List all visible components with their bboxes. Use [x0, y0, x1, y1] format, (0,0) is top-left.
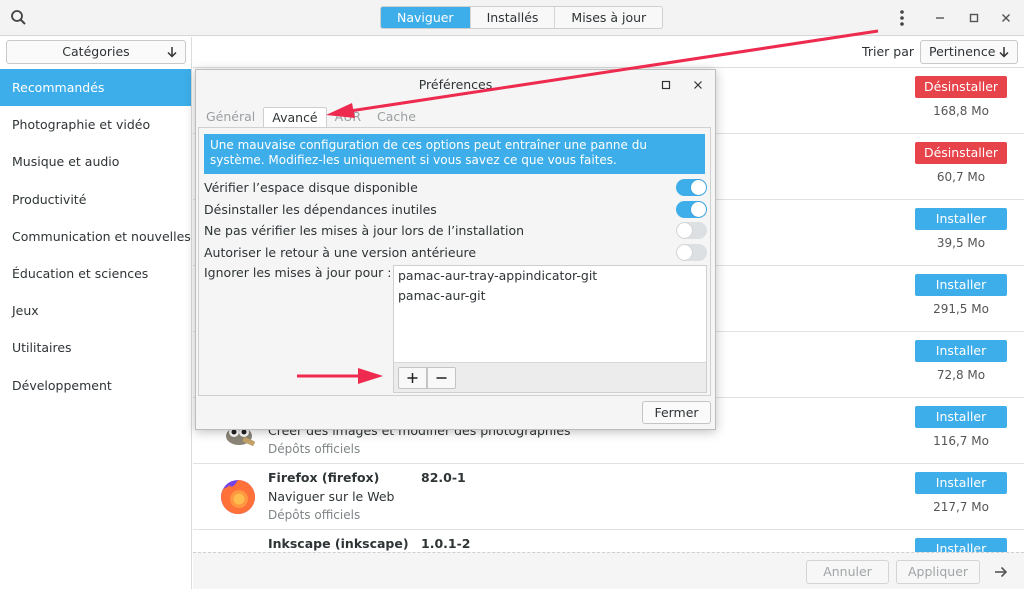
install-button[interactable]: Installer — [915, 340, 1007, 362]
plus-icon — [407, 373, 418, 383]
option-remove-unrequired-deps: Désinstaller les dépendances inutiles — [204, 200, 707, 220]
sidebar-item-communication[interactable]: Communication et nouvelles — [0, 218, 191, 255]
apply-button[interactable]: Appliquer — [896, 560, 980, 584]
package-size: 116,7 Mo — [933, 434, 989, 448]
option-no-update-check-on-install: Ne pas vérifier les mises à jour lors de… — [204, 221, 707, 241]
package-row[interactable]: Firefox (firefox) 82.0-1 Naviguer sur le… — [193, 464, 1024, 530]
ignore-list-toolbar — [394, 362, 706, 392]
tab-installed[interactable]: Installés — [471, 7, 556, 28]
check-disk-space-switch[interactable] — [676, 179, 707, 196]
install-button[interactable]: Installer — [915, 208, 1007, 230]
bottom-bar: Annuler Appliquer — [193, 552, 1024, 589]
package-size: 39,5 Mo — [936, 236, 986, 250]
tab-browse[interactable]: Naviguer — [381, 7, 471, 28]
maximize-icon[interactable] — [964, 8, 984, 28]
view-switcher: Naviguer Installés Mises à jour — [380, 6, 664, 29]
ignored-packages-list: pamac-aur-tray-appindicator-git pamac-au… — [393, 265, 707, 393]
option-label: Ne pas vérifier les mises à jour lors de… — [204, 223, 525, 238]
preferences-dialog: Préférences Général Avancé AUR Cache Une… — [195, 69, 716, 430]
sort-bar: Trier par Pertinence — [193, 37, 1024, 68]
install-button[interactable]: Installer — [915, 406, 1007, 428]
maximize-icon[interactable] — [658, 77, 674, 93]
install-button[interactable]: Installer — [915, 538, 1007, 552]
close-icon[interactable] — [690, 77, 706, 93]
tab-general[interactable]: Général — [198, 107, 263, 128]
package-name: Firefox (firefox) — [268, 470, 380, 485]
ignore-updates-label: Ignorer les mises à jour pour : — [204, 265, 392, 280]
sidebar-item-games[interactable]: Jeux — [0, 292, 191, 329]
arrow-down-icon — [167, 47, 177, 58]
search-icon[interactable] — [8, 8, 30, 28]
package-version: 1.0.1-2 — [421, 536, 471, 551]
category-list: Recommandés Photographie et vidéo Musiqu… — [0, 69, 191, 404]
category-select-label: Catégories — [62, 44, 130, 59]
uninstall-button[interactable]: Désinstaller — [915, 142, 1007, 164]
switch-knob — [677, 244, 692, 260]
switch-knob — [677, 223, 692, 238]
package-size: 291,5 Mo — [933, 302, 989, 316]
package-size: 168,8 Mo — [933, 104, 989, 118]
sidebar-item-photo-video[interactable]: Photographie et vidéo — [0, 106, 191, 143]
switch-knob — [691, 201, 706, 217]
category-select[interactable]: Catégories — [6, 40, 186, 64]
inkscape-icon — [219, 544, 257, 552]
tab-updates[interactable]: Mises à jour — [555, 7, 662, 28]
sidebar-item-development[interactable]: Développement — [0, 367, 191, 404]
close-icon[interactable] — [996, 8, 1016, 28]
arrow-right-icon[interactable] — [992, 563, 1010, 581]
package-size: 60,7 Mo — [936, 170, 986, 184]
sidebar-item-music-audio[interactable]: Musique et audio — [0, 143, 191, 180]
package-size: 217,7 Mo — [933, 500, 989, 514]
option-allow-downgrade: Autoriser le retour à une version antéri… — [204, 243, 707, 263]
install-button[interactable]: Installer — [915, 472, 1007, 494]
ignored-package-item[interactable]: pamac-aur-git — [398, 288, 486, 303]
package-size: 72,8 Mo — [936, 368, 986, 382]
package-repo: Dépôts officiels — [268, 442, 361, 456]
uninstall-button[interactable]: Désinstaller — [915, 76, 1007, 98]
no-update-check-switch[interactable] — [676, 222, 707, 239]
tab-aur[interactable]: AUR — [327, 107, 369, 128]
kebab-menu-icon[interactable] — [892, 8, 912, 28]
dialog-tabs: Général Avancé AUR Cache — [198, 107, 424, 128]
package-repo: Dépôts officiels — [268, 508, 361, 522]
sort-label: Trier par — [862, 44, 914, 59]
close-dialog-button[interactable]: Fermer — [642, 401, 711, 424]
firefox-icon — [220, 480, 255, 514]
sidebar-item-education[interactable]: Éducation et sciences — [0, 255, 191, 292]
option-label: Vérifier l’espace disque disponible — [204, 180, 418, 195]
option-check-disk-space: Vérifier l’espace disque disponible — [204, 178, 707, 198]
allow-downgrade-switch[interactable] — [676, 243, 707, 261]
sort-select-value: Pertinence — [929, 44, 996, 59]
ignored-package-item[interactable]: pamac-aur-tray-appindicator-git — [398, 268, 597, 283]
add-ignored-button[interactable] — [398, 367, 427, 389]
tab-cache[interactable]: Cache — [369, 107, 424, 128]
tab-advanced[interactable]: Avancé — [263, 107, 327, 128]
advanced-panel: Une mauvaise configuration de ces option… — [198, 127, 711, 396]
sidebar-item-recommended[interactable]: Recommandés — [0, 69, 191, 107]
package-description: Naviguer sur le Web — [268, 489, 395, 504]
package-row[interactable]: Inkscape (inkscape) 1.0.1-2 Installer — [193, 530, 1024, 552]
remove-unrequired-deps-switch[interactable] — [676, 200, 707, 218]
arrow-down-icon — [999, 47, 1009, 58]
package-name: Inkscape (inkscape) — [268, 536, 409, 551]
header-bar: Naviguer Installés Mises à jour — [0, 0, 1024, 36]
minus-icon — [436, 377, 447, 379]
option-label: Désinstaller les dépendances inutiles — [204, 201, 437, 217]
sort-select[interactable]: Pertinence — [920, 40, 1018, 64]
sidebar-item-utilities[interactable]: Utilitaires — [0, 329, 191, 366]
switch-knob — [691, 180, 706, 195]
install-button[interactable]: Installer — [915, 274, 1007, 296]
dialog-title: Préférences — [418, 77, 493, 92]
package-version: 82.0-1 — [421, 470, 466, 485]
option-label: Autoriser le retour à une version antéri… — [204, 244, 477, 260]
warning-banner: Une mauvaise configuration de ces option… — [204, 134, 705, 174]
remove-ignored-button[interactable] — [427, 367, 456, 389]
sidebar-item-productivity[interactable]: Productivité — [0, 181, 191, 218]
minimize-icon[interactable] — [930, 8, 950, 28]
cancel-button[interactable]: Annuler — [806, 560, 889, 584]
sidebar: Catégories Recommandés Photographie et v… — [0, 37, 192, 589]
